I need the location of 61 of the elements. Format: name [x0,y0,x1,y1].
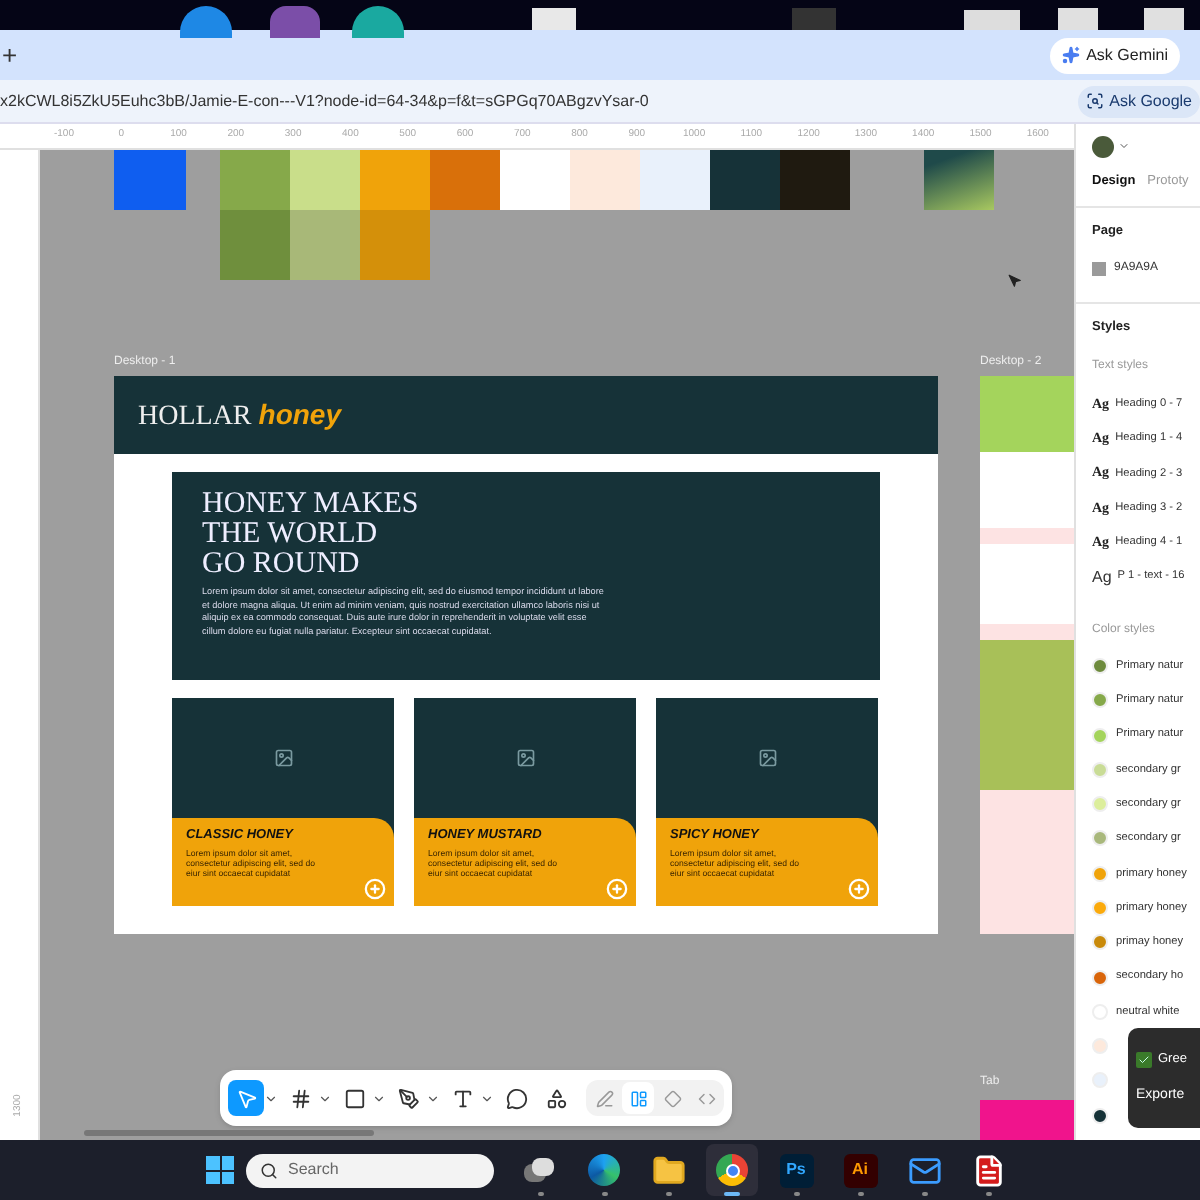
pen-line-icon [595,1089,613,1107]
new-tab-button[interactable]: + [2,42,18,68]
shapes-icon [545,1087,567,1109]
comment-icon [505,1087,527,1109]
image-placeholder-icon [757,748,777,768]
layout-icon [629,1089,647,1107]
edge-icon [588,1154,620,1186]
diamond-icon [663,1089,681,1107]
mode-toggle[interactable] [622,1082,654,1114]
avatar[interactable] [1092,135,1114,157]
document-icon [971,1153,1005,1187]
app-icon [352,6,404,38]
add-icon [606,878,628,900]
caret-icon[interactable] [426,1091,440,1105]
folder-icon [651,1153,685,1187]
lens-icon [1085,92,1104,110]
text-icon [451,1087,473,1109]
hero-title: HONEY MAKES THE WORLD GO ROUND [202,490,421,580]
tab-frame [980,1100,1074,1140]
window-thumbnail [792,8,836,30]
brand-logo: HOLLAR honey [138,395,342,435]
caret-icon[interactable] [264,1091,278,1105]
taskbar-app[interactable]: Ai [834,1144,886,1196]
caret-icon[interactable] [318,1091,332,1105]
image-placeholder-icon [515,748,535,768]
chrome-icon [716,1154,748,1186]
illustrator-icon: Ai [843,1153,877,1187]
square-icon [343,1087,365,1109]
add-icon [848,878,870,900]
task-view-icon [524,1157,556,1183]
app-icon [270,6,320,38]
cursor-icon [1008,274,1022,288]
window-thumbnail [532,8,576,30]
search-icon [260,1161,278,1179]
ask-google-button[interactable]: Ask Google [1077,85,1200,117]
color-chip [1092,262,1106,277]
hash-icon [289,1087,311,1109]
windows-icon[interactable] [206,1156,234,1184]
search-placeholder: Search [288,1158,339,1182]
code-icon [697,1089,715,1107]
plugin-icon [1136,1051,1152,1068]
add-icon [364,878,386,900]
photoshop-icon: Ps [779,1153,813,1187]
caret-icon[interactable] [372,1091,386,1105]
image-placeholder-icon [273,748,293,768]
app-icon [180,6,232,38]
caret-icon[interactable] [480,1091,494,1105]
sparkle-icon [1062,46,1081,64]
search-field[interactable]: Search [246,1153,494,1187]
ask-gemini-button[interactable]: Ask Gemini [1050,37,1180,73]
taskbar-app[interactable] [706,1144,758,1196]
window-thumbnail [964,10,1020,30]
pointer-icon [235,1087,257,1109]
horizontal-scrollbar[interactable] [84,1130,374,1136]
style-sample: Ag [1092,565,1112,590]
pen-icon [397,1087,419,1109]
mail-icon [907,1153,941,1187]
window-thumbnail [1144,8,1184,30]
window-thumbnail [1058,8,1098,30]
taskbar-app[interactable]: Ps [770,1144,822,1196]
url-text[interactable]: x2kCWL8i5ZkU5Euhc3bB/Jamie-E-con---V1?node-id=64-34&p=f&t=sGPGq70ABgzvYsar-0 [0,89,649,113]
